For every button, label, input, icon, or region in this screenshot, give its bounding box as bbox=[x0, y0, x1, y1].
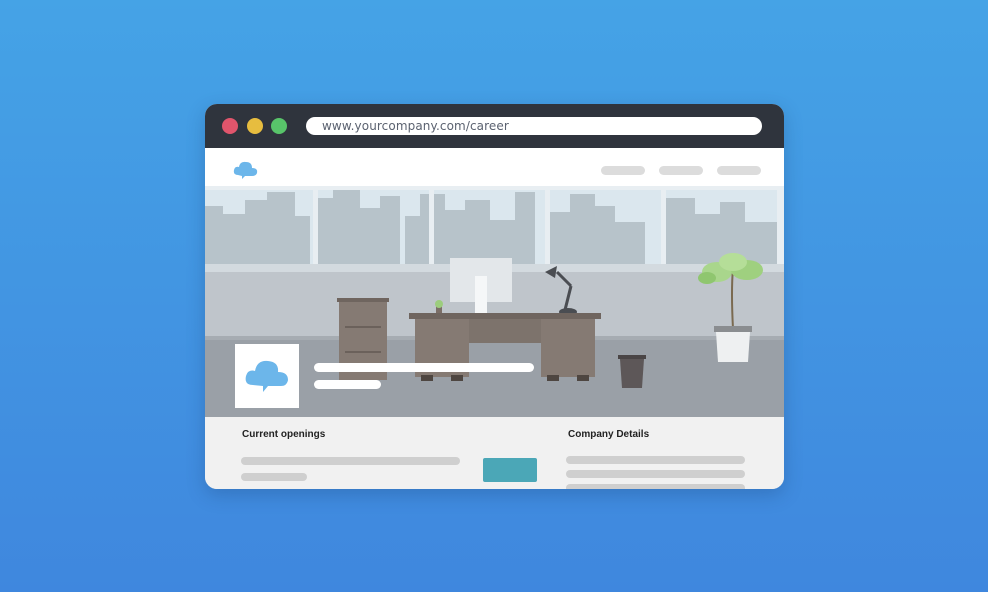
address-bar[interactable]: www.yourcompany.com/career bbox=[306, 117, 762, 135]
detail-line-placeholder bbox=[566, 456, 745, 464]
close-window-button[interactable] bbox=[222, 118, 238, 134]
browser-window: www.yourcompany.com/career Current openi… bbox=[205, 104, 784, 489]
detail-line-placeholder bbox=[566, 484, 745, 489]
detail-line-placeholder bbox=[566, 470, 745, 478]
company-logo bbox=[235, 344, 299, 408]
job-title-placeholder[interactable] bbox=[241, 457, 460, 465]
company-name-placeholder bbox=[314, 363, 534, 372]
minimize-window-button[interactable] bbox=[247, 118, 263, 134]
hero-banner bbox=[205, 186, 784, 417]
company-details-heading: Company Details bbox=[568, 429, 650, 440]
apply-button[interactable] bbox=[483, 458, 537, 482]
nav-link[interactable] bbox=[717, 166, 761, 175]
cloud-icon[interactable] bbox=[233, 160, 259, 180]
site-navbar bbox=[205, 148, 784, 186]
page-content: Current openings Company Details bbox=[205, 417, 784, 489]
cloud-icon bbox=[245, 360, 288, 392]
nav-link[interactable] bbox=[659, 166, 703, 175]
browser-toolbar: www.yourcompany.com/career bbox=[205, 104, 784, 148]
company-tagline-placeholder bbox=[314, 380, 381, 389]
openings-heading: Current openings bbox=[242, 429, 326, 440]
nav-link[interactable] bbox=[601, 166, 645, 175]
job-meta-placeholder bbox=[241, 473, 307, 481]
maximize-window-button[interactable] bbox=[271, 118, 287, 134]
